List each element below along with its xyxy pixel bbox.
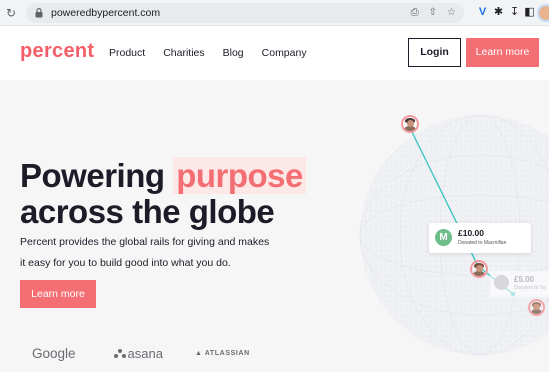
- asana-logo: asana: [113, 346, 163, 361]
- donation-recipient: Donated to Macmillan: [458, 240, 507, 246]
- nav-blog[interactable]: Blog: [223, 47, 244, 59]
- google-logo: Google: [32, 346, 76, 361]
- avatar: [539, 6, 549, 20]
- url-text: poweredbypercent.com: [51, 7, 161, 19]
- headline-line2: across the globe: [20, 193, 275, 230]
- hero-lead-text: Percent provides the global rails for gi…: [20, 236, 270, 269]
- donor-avatar-middle: [470, 260, 488, 278]
- partner-logos: Google asana ▲ ATLASSIAN: [32, 346, 250, 361]
- atlassian-logo: ▲ ATLASSIAN: [194, 350, 250, 357]
- donor-avatar-top: [401, 115, 419, 133]
- faded-donation-recipient: Donated to Sa: [514, 285, 546, 291]
- atlassian-wordmark: ATLASSIAN: [204, 350, 250, 357]
- headline-highlight: purpose: [173, 157, 306, 194]
- site-header: percent Product Charities Blog Company L…: [0, 26, 549, 80]
- bookmark-star-icon[interactable]: ☆: [447, 6, 456, 20]
- login-button[interactable]: Login: [408, 38, 461, 67]
- learn-more-hero-button[interactable]: Learn more: [20, 280, 96, 308]
- lock-icon[interactable]: [35, 8, 43, 18]
- sidepanel-icon[interactable]: ◧: [522, 5, 537, 20]
- share-icon[interactable]: ⇧: [429, 6, 437, 20]
- main-nav: Product Charities Blog Company: [109, 47, 325, 59]
- faded-donation-amount: £5.00: [514, 275, 535, 284]
- asana-dots-icon: [113, 348, 126, 359]
- nav-charities[interactable]: Charities: [163, 47, 204, 59]
- asana-wordmark: asana: [127, 346, 163, 361]
- donation-amount: £10.00: [458, 228, 484, 238]
- puzzle-icon[interactable]: ✱: [491, 5, 506, 20]
- percent-logo[interactable]: percent: [20, 40, 94, 63]
- learn-more-header-button[interactable]: Learn more: [466, 38, 539, 67]
- donation-card: M £10.00 Donated to Macmillan: [429, 223, 531, 253]
- charity-logo: M: [435, 229, 452, 246]
- nav-company[interactable]: Company: [262, 47, 307, 59]
- address-bar[interactable]: poweredbypercent.com ⎙ ⇧ ☆: [26, 3, 464, 23]
- nav-product[interactable]: Product: [109, 47, 145, 59]
- profile-avatar[interactable]: [537, 4, 549, 22]
- donor-avatar-right: [528, 299, 545, 316]
- download-icon[interactable]: ↧: [507, 5, 522, 20]
- faded-donation-card: £5.00 Donated to Sa: [490, 271, 549, 297]
- reload-button[interactable]: [4, 6, 18, 20]
- hero-headline: Powering purpose across the globe: [20, 157, 306, 230]
- v-extension-icon[interactable]: V: [475, 5, 490, 20]
- faded-charity-logo: [494, 275, 509, 290]
- headline-prefix: Powering: [20, 157, 174, 194]
- browser-toolbar: ↻ poweredbypercent.com ⎙ ⇧ ☆ V ✱ ↧ ◧: [0, 0, 549, 26]
- install-app-icon[interactable]: ⎙: [411, 6, 419, 20]
